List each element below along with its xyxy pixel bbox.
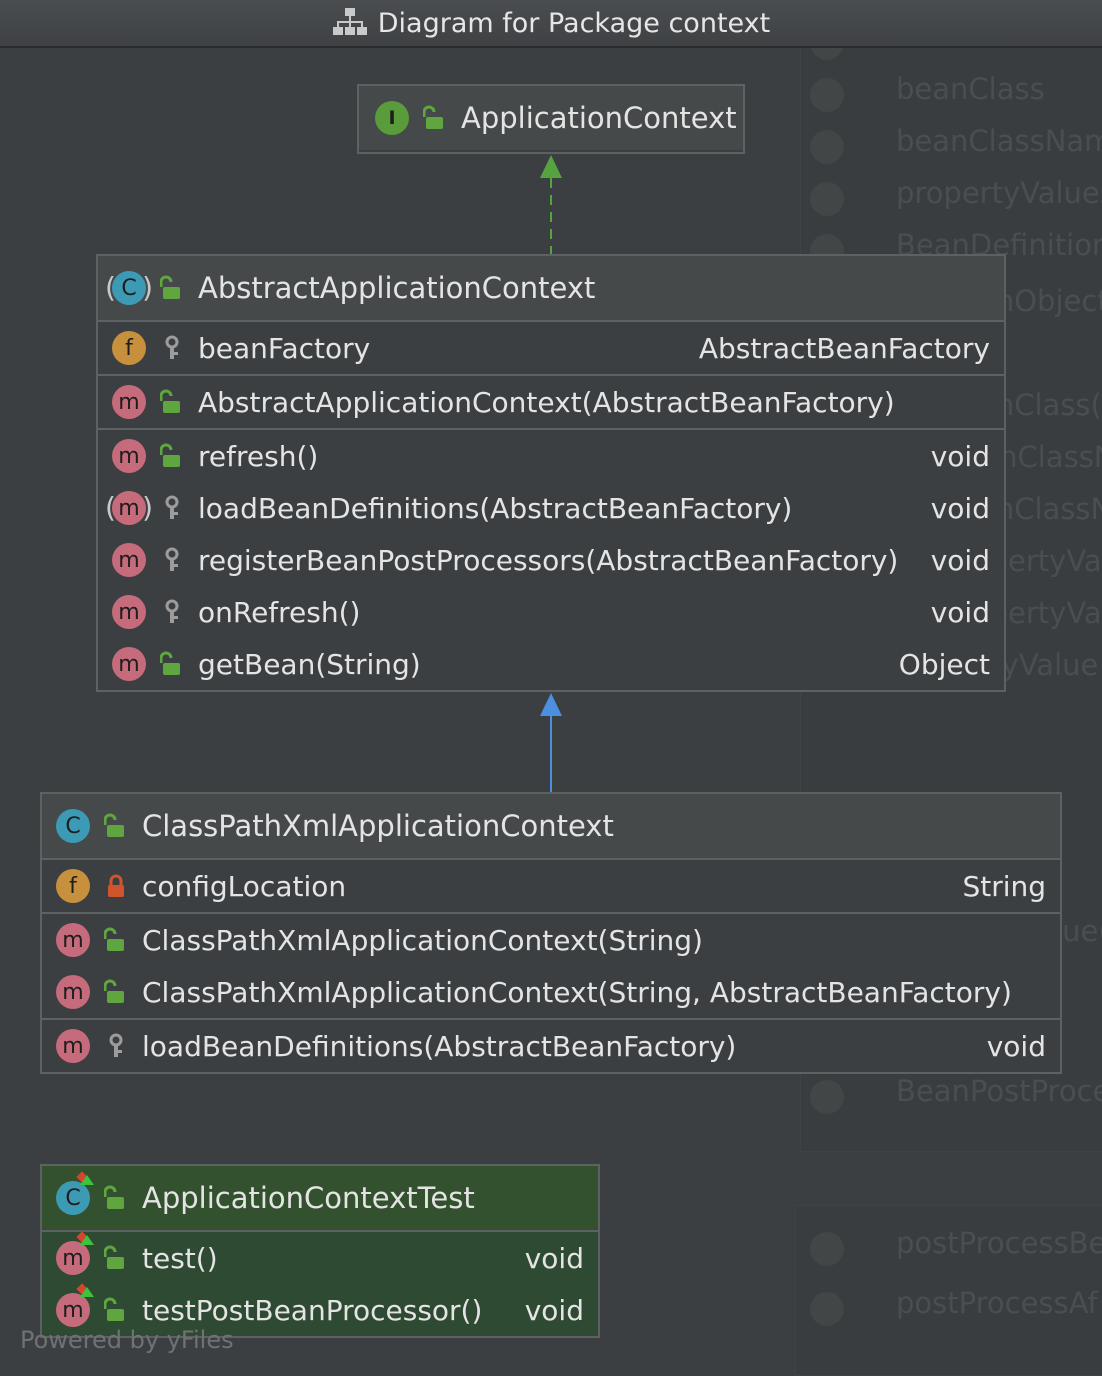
method-return-type: void xyxy=(986,1029,1046,1063)
method-row[interactable]: m refresh() void xyxy=(98,430,1004,482)
test-method-icon: m xyxy=(56,1231,94,1275)
method-row[interactable]: m getBean(String) Object xyxy=(98,638,1004,690)
fields-section: f configLocation String xyxy=(42,860,1060,914)
abstract-method-icon: m xyxy=(105,491,153,525)
constructor-row[interactable]: m ClassPathXmlApplicationContext(String) xyxy=(42,914,1060,966)
constructors-section: m ClassPathXmlApplicationContext(String)… xyxy=(42,914,1060,1020)
node-header: I ApplicationContext xyxy=(359,86,743,150)
constructor-row[interactable]: m ClassPathXmlApplicationContext(String,… xyxy=(42,966,1060,1018)
constructor-name: ClassPathXmlApplicationContext(String) xyxy=(142,923,703,957)
protected-icon xyxy=(165,599,179,623)
method-return-type: void xyxy=(524,1293,584,1327)
field-icon: f xyxy=(56,869,90,903)
fields-section: f beanFactory AbstractBeanFactory xyxy=(98,322,1004,376)
method-icon: m xyxy=(112,385,146,419)
public-icon xyxy=(104,813,124,837)
method-icon: m xyxy=(56,923,90,957)
test-class-icon: C xyxy=(56,1171,94,1215)
node-header: C ClassPathXmlApplicationContext xyxy=(42,794,1060,860)
methods-section: m test() void m testPostBeanProcessor() … xyxy=(42,1231,598,1336)
method-row[interactable]: m loadBeanDefinitions(AbstractBeanFactor… xyxy=(98,482,1004,534)
public-icon xyxy=(104,927,124,951)
public-icon xyxy=(104,1297,124,1321)
node-application-context-test[interactable]: C ApplicationContextTest m test() void m… xyxy=(40,1164,600,1338)
method-name: testPostBeanProcessor() xyxy=(142,1293,483,1327)
node-header: C ApplicationContextTest xyxy=(42,1166,598,1232)
method-name: test() xyxy=(142,1241,218,1275)
constructor-name: ClassPathXmlApplicationContext(String, A… xyxy=(142,975,1012,1009)
method-row[interactable]: m registerBeanPostProcessors(AbstractBea… xyxy=(98,534,1004,586)
public-icon xyxy=(160,275,180,299)
constructor-name: AbstractApplicationContext(AbstractBeanF… xyxy=(198,385,895,419)
constructor-row[interactable]: m AbstractApplicationContext(AbstractBea… xyxy=(98,376,1004,428)
node-class-path-xml-application-context[interactable]: C ClassPathXmlApplicationContext f confi… xyxy=(40,792,1062,1074)
method-name: loadBeanDefinitions(AbstractBeanFactory) xyxy=(142,1029,737,1063)
node-name: ApplicationContext xyxy=(461,101,737,135)
abstract-class-icon: C xyxy=(105,271,153,305)
field-row[interactable]: f beanFactory AbstractBeanFactory xyxy=(98,322,1004,374)
field-icon: f xyxy=(112,331,146,365)
method-name: registerBeanPostProcessors(AbstractBeanF… xyxy=(198,543,899,577)
methods-section: m refresh() void m loadBeanDefinitions(A… xyxy=(98,430,1004,690)
method-icon: m xyxy=(112,595,146,629)
public-icon xyxy=(104,1245,124,1269)
public-icon xyxy=(423,105,443,129)
method-icon: m xyxy=(112,647,146,681)
node-application-context[interactable]: I ApplicationContext xyxy=(357,84,745,154)
public-icon xyxy=(104,979,124,1003)
method-row[interactable]: m onRefresh() void xyxy=(98,586,1004,638)
protected-icon xyxy=(109,1033,123,1057)
extends-relation[interactable] xyxy=(540,693,562,792)
test-method-icon: m xyxy=(56,1283,94,1327)
field-row[interactable]: f configLocation String xyxy=(42,860,1060,912)
method-row[interactable]: m loadBeanDefinitions(AbstractBeanFactor… xyxy=(42,1020,1060,1072)
public-icon xyxy=(160,443,180,467)
public-icon xyxy=(104,1185,124,1209)
method-name: getBean(String) xyxy=(198,647,421,681)
method-return-type: void xyxy=(524,1241,584,1275)
node-name: ClassPathXmlApplicationContext xyxy=(142,809,614,843)
field-name: configLocation xyxy=(142,869,347,903)
protected-icon xyxy=(165,495,179,519)
field-type: String xyxy=(962,869,1046,903)
method-icon: m xyxy=(112,543,146,577)
method-icon: m xyxy=(56,975,90,1009)
field-name: beanFactory xyxy=(198,331,371,365)
method-return-type: Object xyxy=(898,647,990,681)
field-type: AbstractBeanFactory xyxy=(698,331,990,365)
private-icon xyxy=(108,874,124,897)
constructors-section: m AbstractApplicationContext(AbstractBea… xyxy=(98,376,1004,430)
powered-by-footer: Powered by yFiles xyxy=(20,1326,234,1354)
protected-icon xyxy=(165,547,179,571)
method-return-type: void xyxy=(930,439,990,473)
public-icon xyxy=(160,389,180,413)
public-icon xyxy=(160,651,180,675)
method-return-type: void xyxy=(930,543,990,577)
method-name: onRefresh() xyxy=(198,595,361,629)
method-icon: m xyxy=(112,439,146,473)
method-icon: m xyxy=(56,1029,90,1063)
method-name: loadBeanDefinitions(AbstractBeanFactory) xyxy=(198,491,793,525)
method-name: refresh() xyxy=(198,439,319,473)
class-icon: C xyxy=(56,809,90,843)
method-return-type: void xyxy=(930,491,990,525)
implements-relation[interactable] xyxy=(540,155,562,254)
method-row[interactable]: m test() void xyxy=(42,1231,598,1284)
methods-section: m loadBeanDefinitions(AbstractBeanFactor… xyxy=(42,1020,1060,1072)
node-abstract-application-context[interactable]: C AbstractApplicationContext f beanFacto… xyxy=(96,254,1006,692)
interface-icon: I xyxy=(375,101,409,135)
method-return-type: void xyxy=(930,595,990,629)
node-name: ApplicationContextTest xyxy=(142,1181,475,1215)
node-name: AbstractApplicationContext xyxy=(198,271,596,305)
node-header: C AbstractApplicationContext xyxy=(98,256,1004,322)
protected-icon xyxy=(165,335,179,359)
